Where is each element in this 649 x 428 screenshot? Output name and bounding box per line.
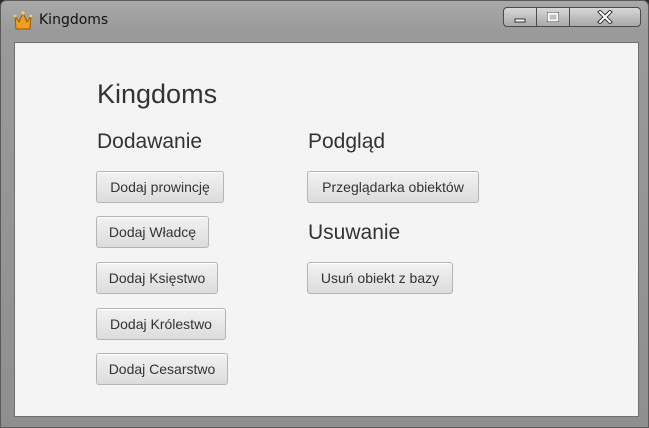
close-button[interactable] [569,7,641,27]
window-controls [503,7,641,27]
crown-icon [13,11,33,30]
app-window: Kingdoms Kingdoms Dodawanie Dodaj prowin… [0,0,649,428]
section-heading-removing: Usuwanie [308,221,401,244]
add-province-button[interactable]: Dodaj prowincję [96,171,224,203]
object-browser-button[interactable]: Przeglądarka obiektów [307,171,479,203]
add-kingdom-button[interactable]: Dodaj Królestwo [96,308,226,340]
close-icon [597,10,613,24]
add-ruler-button[interactable]: Dodaj Władcę [96,216,209,248]
page-title: Kingdoms [97,79,218,109]
main-panel: Kingdoms Dodawanie Dodaj prowincję Dodaj… [14,42,639,417]
section-heading-adding: Dodawanie [97,130,203,153]
title-bar[interactable]: Kingdoms [1,1,648,39]
maximize-icon [547,12,559,22]
add-duchy-button[interactable]: Dodaj Księstwo [96,262,218,294]
maximize-button[interactable] [536,7,569,27]
minimize-icon [514,18,526,23]
minimize-button[interactable] [503,7,536,27]
window-title: Kingdoms [39,12,109,28]
add-empire-button[interactable]: Dodaj Cesarstwo [96,353,228,385]
section-heading-preview: Podgląd [308,130,386,153]
remove-object-button[interactable]: Usuń obiekt z bazy [307,262,453,294]
